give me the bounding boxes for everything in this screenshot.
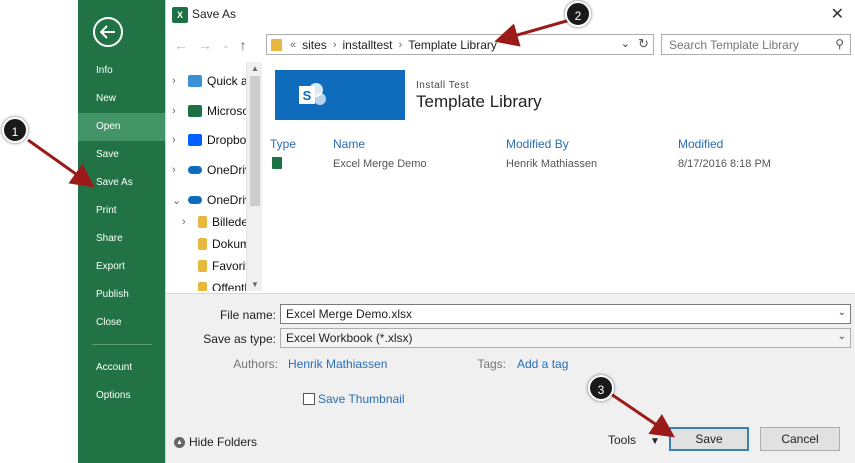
annotation-arrow-1	[27, 138, 95, 188]
annotation-arrows	[27, 18, 675, 438]
annotation-arrow-3	[607, 390, 675, 438]
annotation-arrow-2	[494, 18, 571, 47]
annotation-marker-2: 2	[565, 1, 591, 27]
annotation-marker-3: 3	[588, 375, 614, 401]
annotation-marker-1: 1	[2, 117, 28, 143]
